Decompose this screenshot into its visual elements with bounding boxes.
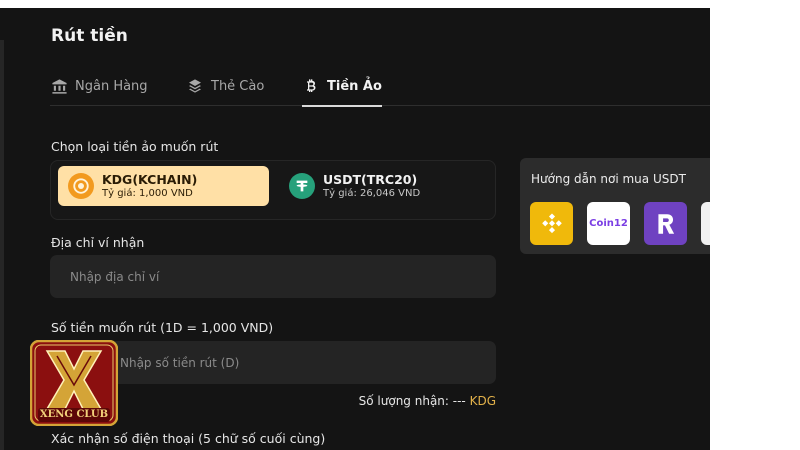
- crypto-option-rate: Tỷ giá: 26,046 VND: [323, 188, 421, 199]
- coin12-logo[interactable]: Coin12: [587, 202, 630, 245]
- binance-logo[interactable]: [530, 202, 573, 245]
- crypto-option-kdg[interactable]: KDG(KCHAIN) Tỷ giá: 1,000 VND: [58, 166, 269, 206]
- crypto-option-name: USDT(TRC20): [323, 172, 418, 187]
- kdg-coin-icon: [68, 173, 94, 199]
- tab-label: Ngân Hàng: [75, 78, 148, 94]
- tab-bank[interactable]: Ngân Hàng: [50, 66, 148, 106]
- card-stack-icon: [186, 77, 204, 95]
- exchange-logo-partial[interactable]: [701, 202, 710, 245]
- wallet-address-label: Địa chỉ ví nhận: [51, 235, 145, 250]
- panel-edge: [0, 40, 4, 450]
- xeng-club-logo: XENG CLUB: [29, 339, 119, 427]
- coin12-logo-label: Coin12: [589, 218, 628, 229]
- remitano-logo[interactable]: [644, 202, 687, 245]
- tab-label: Thẻ Cào: [211, 78, 265, 94]
- crypto-option-usdt[interactable]: USDT(TRC20) Tỷ giá: 26,046 VND: [279, 166, 479, 206]
- crypto-select-label: Chọn loại tiền ảo muốn rút: [51, 139, 219, 154]
- tab-scratch-card[interactable]: Thẻ Cào: [186, 66, 264, 106]
- guide-title: Hướng dẫn nơi mua USDT: [531, 172, 686, 186]
- tether-icon: [289, 173, 315, 199]
- phone-confirm-label: Xác nhận số điện thoại (5 chữ số cuối cù…: [51, 431, 326, 446]
- wallet-address-input[interactable]: [50, 255, 496, 298]
- bank-icon: [50, 77, 68, 95]
- withdraw-tabs: Ngân Hàng Thẻ Cào Tiền Ảo: [50, 66, 710, 107]
- crypto-option-name: KDG(KCHAIN): [102, 172, 198, 187]
- logo-text: XENG CLUB: [39, 409, 109, 420]
- amount-label: Số tiền muốn rút (1D = 1,000 VND): [51, 320, 274, 335]
- receive-amount: Số lượng nhận: --- KDG: [359, 394, 496, 408]
- receive-amount-text: Số lượng nhận: ---: [358, 394, 470, 408]
- usdt-guide-card: Hướng dẫn nơi mua USDT Coin12: [520, 158, 710, 254]
- tab-label: Tiền Ảo: [327, 78, 382, 94]
- tab-crypto[interactable]: Tiền Ảo: [302, 66, 382, 107]
- crypto-option-rate: Tỷ giá: 1,000 VND: [102, 188, 193, 199]
- bitcoin-icon: [302, 77, 320, 95]
- receive-unit: KDG: [469, 394, 496, 408]
- page-title: Rút tiền: [51, 26, 128, 46]
- crypto-options: KDG(KCHAIN) Tỷ giá: 1,000 VND USDT(TRC20…: [50, 160, 496, 220]
